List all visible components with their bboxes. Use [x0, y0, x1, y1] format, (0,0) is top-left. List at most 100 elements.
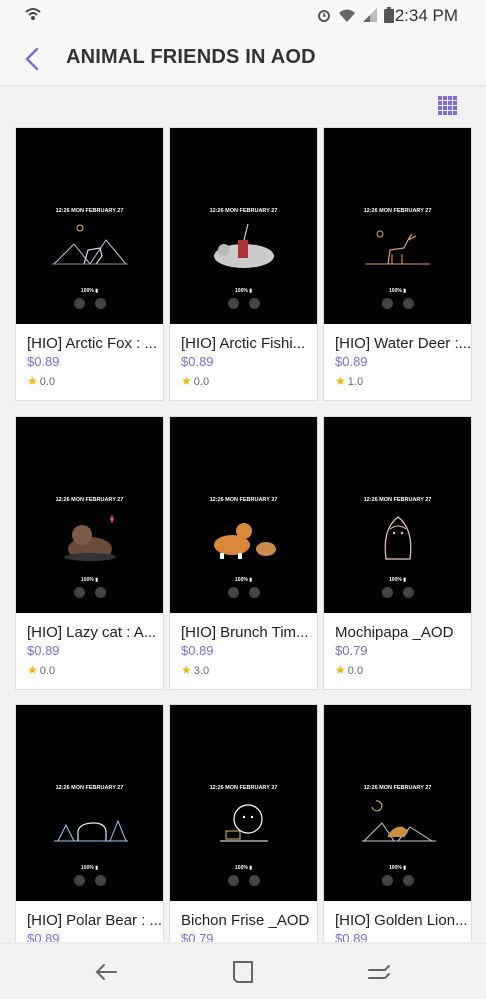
back-arrow-icon: [95, 964, 117, 980]
preview-battery: 100% ▮: [81, 288, 98, 294]
preview-shortcuts: [380, 875, 416, 886]
product-card[interactable]: 12:26 MON FEBRUARY 27 100% ▮ [HIO] Golde…: [323, 704, 472, 942]
product-card[interactable]: 12:26 MON FEBRUARY 27 100% ▮ Bichon Fris…: [169, 704, 318, 942]
back-arrow-icon: [25, 47, 39, 71]
back-nav-button[interactable]: [92, 958, 120, 986]
system-nav-bar: [0, 943, 486, 999]
product-price: $0.79: [181, 931, 214, 942]
preview-clock: 12:26 MON FEBRUARY 27: [363, 208, 432, 214]
aod-preview-image: 12:26 MON FEBRUARY 27 100% ▮: [324, 417, 471, 613]
status-bar: 2:34 PM: [0, 0, 486, 32]
preview-clock: 12:26 MON FEBRUARY 27: [209, 785, 278, 791]
product-rating: ★ 0.0: [27, 663, 56, 677]
battery-icon: [384, 7, 394, 23]
product-name: Mochipapa _AOD: [335, 624, 454, 641]
preview-shortcuts: [226, 298, 262, 309]
preview-shortcuts: [72, 298, 108, 309]
preview-clock: 12:26 MON FEBRUARY 27: [363, 497, 432, 503]
product-name: [HIO] Arctic Fishi...: [181, 335, 306, 352]
product-rating: ★ 3.0: [181, 663, 210, 677]
product-grid: 12:26 MON FEBRUARY 27 100% ▮ [HIO] Arcti…: [15, 127, 472, 942]
aod-preview-image: 12:26 MON FEBRUARY 27 100% ▮: [170, 705, 317, 901]
corgi-illustration: [214, 523, 276, 559]
bichon-frise-illustration: [220, 804, 268, 842]
preview-shortcuts: [226, 587, 262, 598]
preview-clock: 12:26 MON FEBRUARY 27: [55, 497, 124, 503]
preview-clock: 12:26 MON FEBRUARY 27: [55, 785, 124, 791]
aod-preview-image: 12:26 MON FEBRUARY 27 100% ▮: [16, 417, 163, 613]
product-price: $0.89: [181, 643, 214, 658]
home-nav-button[interactable]: [229, 958, 257, 986]
product-name: [HIO] Golden Lion...: [335, 912, 468, 929]
grid-view-icon: [438, 96, 457, 115]
star-icon: ★: [181, 663, 192, 677]
product-name: Bichon Frise _AOD: [181, 912, 310, 929]
product-price: $0.89: [335, 931, 368, 942]
product-rating: ★ 0.0: [335, 663, 364, 677]
star-icon: ★: [335, 374, 346, 388]
aod-preview-image: 12:26 MON FEBRUARY 27 100% ▮: [16, 128, 163, 324]
preview-shortcuts: [380, 298, 416, 309]
signal-icon: [363, 8, 377, 22]
star-icon: ★: [27, 374, 38, 388]
star-icon: ★: [335, 663, 346, 677]
product-price: $0.89: [27, 354, 60, 369]
wifi-calling-icon: [24, 6, 42, 27]
product-card[interactable]: 12:26 MON FEBRUARY 27 100% ▮ [HIO] Polar…: [15, 704, 164, 942]
aod-preview-image: 12:26 MON FEBRUARY 27 100% ▮: [16, 705, 163, 901]
preview-battery: 100% ▮: [235, 865, 252, 871]
lazy-cat-illustration: [64, 515, 116, 561]
product-name: [HIO] Lazy cat : A...: [27, 624, 157, 641]
preview-clock: 12:26 MON FEBRUARY 27: [55, 208, 124, 214]
star-icon: ★: [181, 374, 192, 388]
status-time: 2:34 PM: [394, 6, 458, 25]
product-price: $0.79: [335, 643, 368, 658]
app-bar: ANIMAL FRIENDS IN AOD: [0, 32, 486, 86]
product-card[interactable]: 12:26 MON FEBRUARY 27 100% ▮ Mochipapa _…: [323, 416, 472, 690]
product-card[interactable]: 12:26 MON FEBRUARY 27 100% ▮ [HIO] Lazy …: [15, 416, 164, 690]
product-name: [HIO] Polar Bear : ...: [27, 912, 163, 929]
aod-preview-image: 12:26 MON FEBRUARY 27 100% ▮: [170, 417, 317, 613]
preview-battery: 100% ▮: [81, 577, 98, 583]
aod-preview-image: 12:26 MON FEBRUARY 27 100% ▮: [324, 128, 471, 324]
preview-clock: 12:26 MON FEBRUARY 27: [209, 497, 278, 503]
product-price: $0.89: [181, 354, 214, 369]
product-card[interactable]: 12:26 MON FEBRUARY 27 100% ▮ [HIO] Arcti…: [169, 127, 318, 401]
wifi-icon: [339, 9, 355, 22]
preview-battery: 100% ▮: [389, 288, 406, 294]
recents-icon: [368, 965, 390, 979]
product-price: $0.89: [27, 643, 60, 658]
product-card[interactable]: 12:26 MON FEBRUARY 27 100% ▮ [HIO] Brunc…: [169, 416, 318, 690]
golden-lion-illustration: [362, 800, 436, 842]
product-card[interactable]: 12:26 MON FEBRUARY 27 100% ▮ [HIO] Water…: [323, 127, 472, 401]
mochipapa-illustration: [384, 516, 412, 560]
star-icon: ★: [27, 663, 38, 677]
alarm-icon: [318, 10, 330, 22]
preview-shortcuts: [380, 587, 416, 598]
view-toolbar: [0, 87, 486, 125]
preview-battery: 100% ▮: [81, 865, 98, 871]
preview-clock: 12:26 MON FEBRUARY 27: [363, 785, 432, 791]
status-icons: [316, 7, 394, 23]
product-card[interactable]: 12:26 MON FEBRUARY 27 100% ▮ [HIO] Arcti…: [15, 127, 164, 401]
preview-shortcuts: [72, 875, 108, 886]
arctic-fox-illustration: [52, 224, 128, 265]
product-name: [HIO] Brunch Tim...: [181, 624, 309, 641]
aod-preview-image: 12:26 MON FEBRUARY 27 100% ▮: [170, 128, 317, 324]
preview-battery: 100% ▮: [389, 865, 406, 871]
product-price: $0.89: [335, 354, 368, 369]
product-rating: ★ 1.0: [335, 374, 364, 388]
product-name: [HIO] Arctic Fox : ...: [27, 335, 158, 352]
grid-view-button[interactable]: [438, 96, 458, 116]
recents-nav-button[interactable]: [365, 958, 393, 986]
preview-battery: 100% ▮: [389, 577, 406, 583]
product-rating: ★ 0.0: [27, 374, 56, 388]
polar-bear-illustration: [54, 819, 128, 842]
back-button[interactable]: [18, 44, 48, 74]
product-name: [HIO] Water Deer :...: [335, 335, 472, 352]
product-rating: ★ 0.0: [181, 374, 210, 388]
aod-preview-image: 12:26 MON FEBRUARY 27 100% ▮: [324, 705, 471, 901]
preview-battery: 100% ▮: [235, 577, 252, 583]
preview-clock: 12:26 MON FEBRUARY 27: [209, 208, 278, 214]
page-title: ANIMAL FRIENDS IN AOD: [66, 46, 316, 68]
